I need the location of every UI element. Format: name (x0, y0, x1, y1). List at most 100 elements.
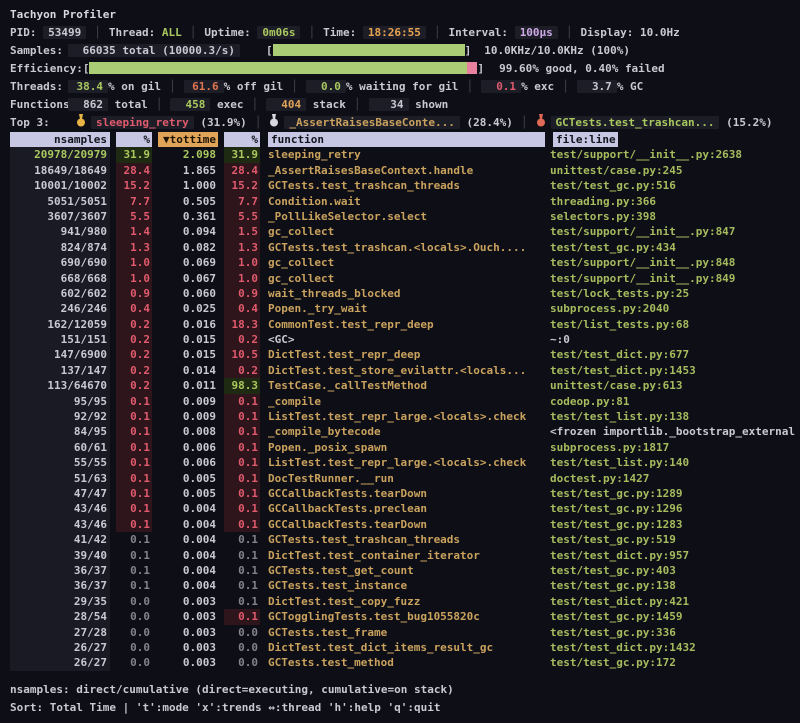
table-row[interactable]: 18649/1864928.41.86528.4_AssertRaisesBas… (10, 163, 800, 178)
function-cell: GCCallbackTests.preclean (268, 501, 542, 516)
nsamples-cell: 162/12059 (10, 317, 110, 332)
table-row[interactable]: 162/120590.20.01618.3CommonTest.test_rep… (10, 317, 800, 332)
tottime-cell: 0.004 (158, 563, 218, 578)
table-row[interactable]: 27/280.00.0030.0GCTests.test_frametest/t… (10, 625, 800, 640)
file-line-cell: test/test_gc.py:336 (550, 625, 676, 640)
table-row[interactable]: 26/270.00.0030.0DictTest.test_dict_items… (10, 640, 800, 655)
file-line-cell: test/test_list.py:140 (550, 455, 689, 470)
threads-line: Threads: 38.4% on gil │ 61.6% off gil │ … (10, 77, 800, 95)
tottime-cell: 0.505 (158, 194, 218, 209)
cumulative-pct-cell: 0.1 (224, 486, 260, 501)
table-row[interactable]: 20978/2097931.92.09831.9sleeping_retryte… (10, 147, 800, 162)
column-header-direct-pct[interactable]: % (116, 132, 152, 147)
table-row[interactable]: 41/420.10.0040.1GCTests.test_trashcan_th… (10, 532, 800, 547)
samples-bar-open-bracket: [ (266, 44, 273, 57)
nsamples-cell: 18649/18649 (10, 163, 110, 178)
table-row[interactable]: 3607/36075.50.3615.5_PollLikeSelector.se… (10, 209, 800, 224)
table-row[interactable]: 95/950.10.0090.1_compilecodeop.py:81 (10, 394, 800, 409)
column-header-nsamples[interactable]: nsamples (10, 132, 110, 147)
table-row[interactable]: 26/270.00.0030.0GCTests.test_methodtest/… (10, 655, 800, 670)
table-row[interactable]: 5051/50517.70.5057.7Condition.waitthread… (10, 194, 800, 209)
file-line-cell: test/test_dict.py:957 (550, 548, 689, 563)
column-header-file-line[interactable]: file:line (553, 132, 618, 147)
efficiency-bar (89, 62, 477, 74)
cumulative-pct-cell: 0.9 (224, 286, 260, 301)
samples-rate: 10.0KHz/10.0KHz (100%) (484, 44, 630, 57)
table-row[interactable]: 36/370.10.0040.1GCTests.test_instancetes… (10, 578, 800, 593)
efficiency-bar-close-bracket: ] (477, 62, 484, 75)
table-row[interactable]: 55/550.10.0060.1ListTest.test_repr_large… (10, 455, 800, 470)
table-row[interactable]: 824/8741.30.0821.3GCTests.test_trashcan.… (10, 240, 800, 255)
function-cell: ListTest.test_repr_large.<locals>.check (268, 409, 542, 424)
file-line-cell: test/test_gc.py:519 (550, 532, 676, 547)
thread-value[interactable]: ALL (162, 26, 182, 39)
nsamples-cell: 602/602 (10, 286, 110, 301)
direct-pct-cell: 0.1 (116, 517, 152, 532)
table-row[interactable]: 246/2460.40.0250.4Popen._try_waitsubproc… (10, 301, 800, 316)
top3-rank3-name[interactable]: GCTests.test_trashcan... (551, 116, 720, 129)
nsamples-cell: 47/47 (10, 486, 110, 501)
table-row[interactable]: 147/69000.20.01510.5DictTest.test_repr_d… (10, 347, 800, 362)
column-header-tottime-sorted[interactable]: ▼tottime (158, 132, 218, 147)
column-header-function[interactable]: function (268, 132, 545, 147)
nsamples-cell: 824/874 (10, 240, 110, 255)
file-line-cell: test/test_dict.py:677 (550, 347, 689, 362)
table-row[interactable]: 43/460.10.0040.1GCCallbackTests.tearDown… (10, 517, 800, 532)
file-line-cell: test/test_gc.py:1283 (550, 517, 682, 532)
direct-pct-cell: 0.1 (116, 409, 152, 424)
cumulative-pct-cell: 0.1 (224, 455, 260, 470)
title-line: Tachyon Profiler (10, 5, 800, 23)
table-row[interactable]: 113/646700.20.01198.3TestCase._callTestM… (10, 378, 800, 393)
table-row[interactable]: 47/470.10.0050.1GCCallbackTests.tearDown… (10, 486, 800, 501)
top3-rank2-name[interactable]: _AssertRaisesBaseConte... (284, 116, 460, 129)
functions-total-suffix: total (108, 98, 148, 111)
tottime-cell: 0.069 (158, 255, 218, 270)
direct-pct-cell: 0.0 (116, 609, 152, 624)
function-cell: GCTests.test_trashcan_threads (268, 532, 542, 547)
direct-pct-cell: 0.0 (116, 640, 152, 655)
gold-medal-icon (76, 114, 86, 130)
file-line-cell: test/test_list.py:138 (550, 409, 689, 424)
cumulative-pct-cell: 0.0 (224, 625, 260, 640)
terminal-screen: Tachyon Profiler PID: 53499 │ Thread: AL… (0, 0, 800, 723)
cumulative-pct-cell: 0.1 (224, 471, 260, 486)
table-row[interactable]: 60/610.10.0060.1Popen._posix_spawnsubpro… (10, 440, 800, 455)
table-row[interactable]: 29/350.00.0030.1DictTest.test_copy_fuzzt… (10, 594, 800, 609)
nsamples-cell: 941/980 (10, 224, 110, 239)
tottime-cell: 0.006 (158, 455, 218, 470)
direct-pct-cell: 0.1 (116, 455, 152, 470)
nsamples-cell: 36/37 (10, 563, 110, 578)
cumulative-pct-cell: 1.0 (224, 255, 260, 270)
function-cell: GCCallbackTests.tearDown (268, 517, 542, 532)
table-row[interactable]: 28/540.00.0030.1GCTogglingTests.test_bug… (10, 609, 800, 624)
top3-rank1-name[interactable]: sleeping_retry (91, 116, 194, 129)
tottime-cell: 0.003 (158, 594, 218, 609)
direct-pct-cell: 0.1 (116, 563, 152, 578)
table-row[interactable]: 39/400.10.0040.1DictTest.test_container_… (10, 548, 800, 563)
status-bar: PID: 53499 │ Thread: ALL │ Uptime: 0m06s… (10, 23, 800, 41)
function-cell: DictTest.test_repr_deep (268, 347, 542, 362)
table-row[interactable]: 941/9801.40.0941.5gc_collecttest/support… (10, 224, 800, 239)
table-row[interactable]: 690/6901.00.0691.0gc_collecttest/support… (10, 255, 800, 270)
nsamples-cell: 29/35 (10, 594, 110, 609)
table-row[interactable]: 10001/1000215.21.00015.2GCTests.test_tra… (10, 178, 800, 193)
direct-pct-cell: 0.2 (116, 332, 152, 347)
table-row[interactable]: 36/370.10.0040.1GCTests.test_get_countte… (10, 563, 800, 578)
cumulative-pct-cell: 28.4 (224, 163, 260, 178)
table-row[interactable]: 51/630.10.0050.1DocTestRunner.__rundocte… (10, 471, 800, 486)
nsamples-cell: 41/42 (10, 532, 110, 547)
functions-exec-suffix: exec (210, 98, 243, 111)
table-row[interactable]: 137/1470.20.0140.2DictTest.test_store_ev… (10, 363, 800, 378)
tottime-cell: 0.009 (158, 394, 218, 409)
nsamples-cell: 3607/3607 (10, 209, 110, 224)
table-row[interactable]: 84/950.10.0080.1_compile_bytecode<frozen… (10, 424, 800, 439)
table-row[interactable]: 151/1510.20.0150.2<GC>~:0 (10, 332, 800, 347)
table-row[interactable]: 602/6020.90.0600.9wait_threads_blockedte… (10, 286, 800, 301)
table-row[interactable]: 92/920.10.0090.1ListTest.test_repr_large… (10, 409, 800, 424)
nsamples-cell: 27/28 (10, 625, 110, 640)
direct-pct-cell: 5.5 (116, 209, 152, 224)
table-row[interactable]: 43/460.10.0040.1GCCallbackTests.preclean… (10, 501, 800, 516)
direct-pct-cell: 31.9 (116, 147, 152, 162)
table-row[interactable]: 668/6681.00.0671.0gc_collecttest/support… (10, 271, 800, 286)
column-header-cumulative-pct[interactable]: % (224, 132, 260, 147)
